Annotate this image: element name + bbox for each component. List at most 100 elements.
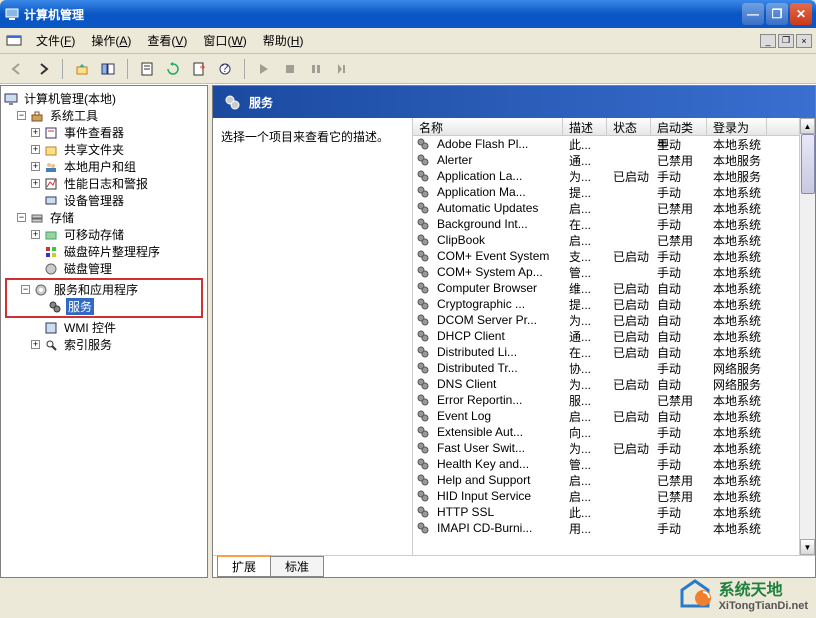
collapse-icon[interactable]: − [21, 285, 30, 294]
service-row[interactable]: Health Key and...管...手动本地系统 [413, 456, 799, 472]
service-icon [415, 184, 431, 200]
service-icon [415, 360, 431, 376]
tree-system-tools[interactable]: − 系统工具 [3, 107, 205, 124]
tree-local-users[interactable]: + 本地用户和组 [3, 158, 205, 175]
tree-services[interactable]: 服务 [7, 298, 201, 315]
service-row[interactable]: COM+ System Ap...管...手动本地系统 [413, 264, 799, 280]
tree-storage[interactable]: − 存储 [3, 209, 205, 226]
mdi-close-button[interactable]: × [796, 34, 812, 48]
refresh-button[interactable] [162, 58, 184, 80]
menu-window[interactable]: 窗口(W) [195, 29, 254, 52]
services-list[interactable]: 名称 描述 状态 启动类型 登录为 Adobe Flash Pl...此...手… [413, 118, 815, 555]
service-row[interactable]: COM+ Event System支...已启动手动本地系统 [413, 248, 799, 264]
defrag-icon [43, 244, 59, 260]
tree-indexing[interactable]: + 索引服务 [3, 336, 205, 353]
forward-button[interactable] [32, 58, 54, 80]
service-row[interactable]: Extensible Aut...向...手动本地系统 [413, 424, 799, 440]
service-icon [415, 312, 431, 328]
service-row[interactable]: DHCP Client通...已启动自动本地系统 [413, 328, 799, 344]
up-button[interactable] [71, 58, 93, 80]
service-row[interactable]: Background Int...在...手动本地系统 [413, 216, 799, 232]
service-row[interactable]: DCOM Server Pr...为...已启动自动本地系统 [413, 312, 799, 328]
help-button[interactable]: ? [214, 58, 236, 80]
expand-icon[interactable]: + [31, 230, 40, 239]
col-logon[interactable]: 登录为 [707, 118, 767, 135]
show-hide-tree-button[interactable] [97, 58, 119, 80]
tree-device-manager[interactable]: 设备管理器 [3, 192, 205, 209]
service-row[interactable]: Error Reportin...服...已禁用本地系统 [413, 392, 799, 408]
mdi-minimize-button[interactable]: _ [760, 34, 776, 48]
service-row[interactable]: Alerter通...已禁用本地服务 [413, 152, 799, 168]
tree-perf-logs[interactable]: + 性能日志和警报 [3, 175, 205, 192]
col-status[interactable]: 状态 [607, 118, 651, 135]
service-row[interactable]: HTTP SSL此...手动本地系统 [413, 504, 799, 520]
service-icon [415, 488, 431, 504]
tree-root[interactable]: 计算机管理(本地) [3, 90, 205, 107]
mdi-restore-button[interactable]: ❐ [778, 34, 794, 48]
scroll-down-button[interactable]: ▼ [800, 539, 815, 555]
service-row[interactable]: Distributed Li...在...已启动自动本地系统 [413, 344, 799, 360]
stop-button [279, 58, 301, 80]
service-row[interactable]: Event Log启...已启动自动本地系统 [413, 408, 799, 424]
expand-icon[interactable]: + [31, 340, 40, 349]
watermark-brand: 系统天地 [719, 576, 808, 600]
tree-removable-storage[interactable]: + 可移动存储 [3, 226, 205, 243]
minimize-button[interactable]: — [742, 3, 764, 25]
window-title: 计算机管理 [24, 6, 742, 23]
expand-icon[interactable]: + [31, 179, 40, 188]
tree-wmi[interactable]: WMI 控件 [3, 319, 205, 336]
shared-folder-icon [43, 142, 59, 158]
menu-action[interactable]: 操作(A) [83, 29, 139, 52]
app-icon [4, 6, 20, 22]
toolbar: ? [0, 54, 816, 84]
tree-event-viewer[interactable]: + 事件查看器 [3, 124, 205, 141]
services-icon [47, 299, 63, 315]
service-row[interactable]: Fast User Swit...为...已启动手动本地系统 [413, 440, 799, 456]
expand-icon[interactable]: + [31, 128, 40, 137]
service-row[interactable]: Adobe Flash Pl...此...手动本地系统 [413, 136, 799, 152]
navigation-tree[interactable]: 计算机管理(本地) − 系统工具 + 事件查看器 + 共享文件夹 + 本地用户和… [0, 85, 208, 578]
close-button[interactable]: ✕ [790, 3, 812, 25]
service-row[interactable]: ClipBook启...已禁用本地系统 [413, 232, 799, 248]
menu-view[interactable]: 查看(V) [139, 29, 195, 52]
collapse-icon[interactable]: − [17, 111, 26, 120]
service-icon [415, 440, 431, 456]
export-button[interactable] [188, 58, 210, 80]
menu-file[interactable]: 文件(F) [28, 29, 83, 52]
properties-button[interactable] [136, 58, 158, 80]
collapse-icon[interactable]: − [17, 213, 26, 222]
service-row[interactable]: Application Ma...提...手动本地系统 [413, 184, 799, 200]
tree-disk-management[interactable]: 磁盘管理 [3, 260, 205, 277]
service-icon [415, 216, 431, 232]
back-button [6, 58, 28, 80]
col-startup[interactable]: 启动类型 [651, 118, 707, 135]
tab-extended[interactable]: 扩展 [217, 555, 271, 577]
tab-standard[interactable]: 标准 [270, 556, 324, 577]
service-row[interactable]: Application La...为...已启动手动本地服务 [413, 168, 799, 184]
service-row[interactable]: Help and Support启...已禁用本地系统 [413, 472, 799, 488]
tree-services-apps[interactable]: − 服务和应用程序 [7, 281, 201, 298]
expand-icon[interactable]: + [31, 145, 40, 154]
service-row[interactable]: Computer Browser维...已启动自动本地系统 [413, 280, 799, 296]
removable-icon [43, 227, 59, 243]
maximize-button[interactable]: ❐ [766, 3, 788, 25]
scroll-up-button[interactable]: ▲ [800, 118, 815, 134]
restart-button [331, 58, 353, 80]
service-row[interactable]: Distributed Tr...协...手动网络服务 [413, 360, 799, 376]
col-desc[interactable]: 描述 [563, 118, 607, 135]
service-row[interactable]: Automatic Updates启...已禁用本地系统 [413, 200, 799, 216]
service-row[interactable]: HID Input Service启...已禁用本地系统 [413, 488, 799, 504]
service-icon [415, 504, 431, 520]
expand-icon[interactable]: + [31, 162, 40, 171]
service-row[interactable]: Cryptographic ...提...已启动自动本地系统 [413, 296, 799, 312]
service-row[interactable]: IMAPI CD-Burni...用...手动本地系统 [413, 520, 799, 536]
service-row[interactable]: DNS Client为...已启动自动网络服务 [413, 376, 799, 392]
scroll-thumb[interactable] [801, 134, 815, 194]
menu-help[interactable]: 帮助(H) [255, 29, 312, 52]
service-icon [415, 456, 431, 472]
col-name[interactable]: 名称 [413, 118, 563, 135]
vertical-scrollbar[interactable]: ▲ ▼ [799, 118, 815, 555]
users-icon [43, 159, 59, 175]
tree-shared-folders[interactable]: + 共享文件夹 [3, 141, 205, 158]
tree-defrag[interactable]: 磁盘碎片整理程序 [3, 243, 205, 260]
